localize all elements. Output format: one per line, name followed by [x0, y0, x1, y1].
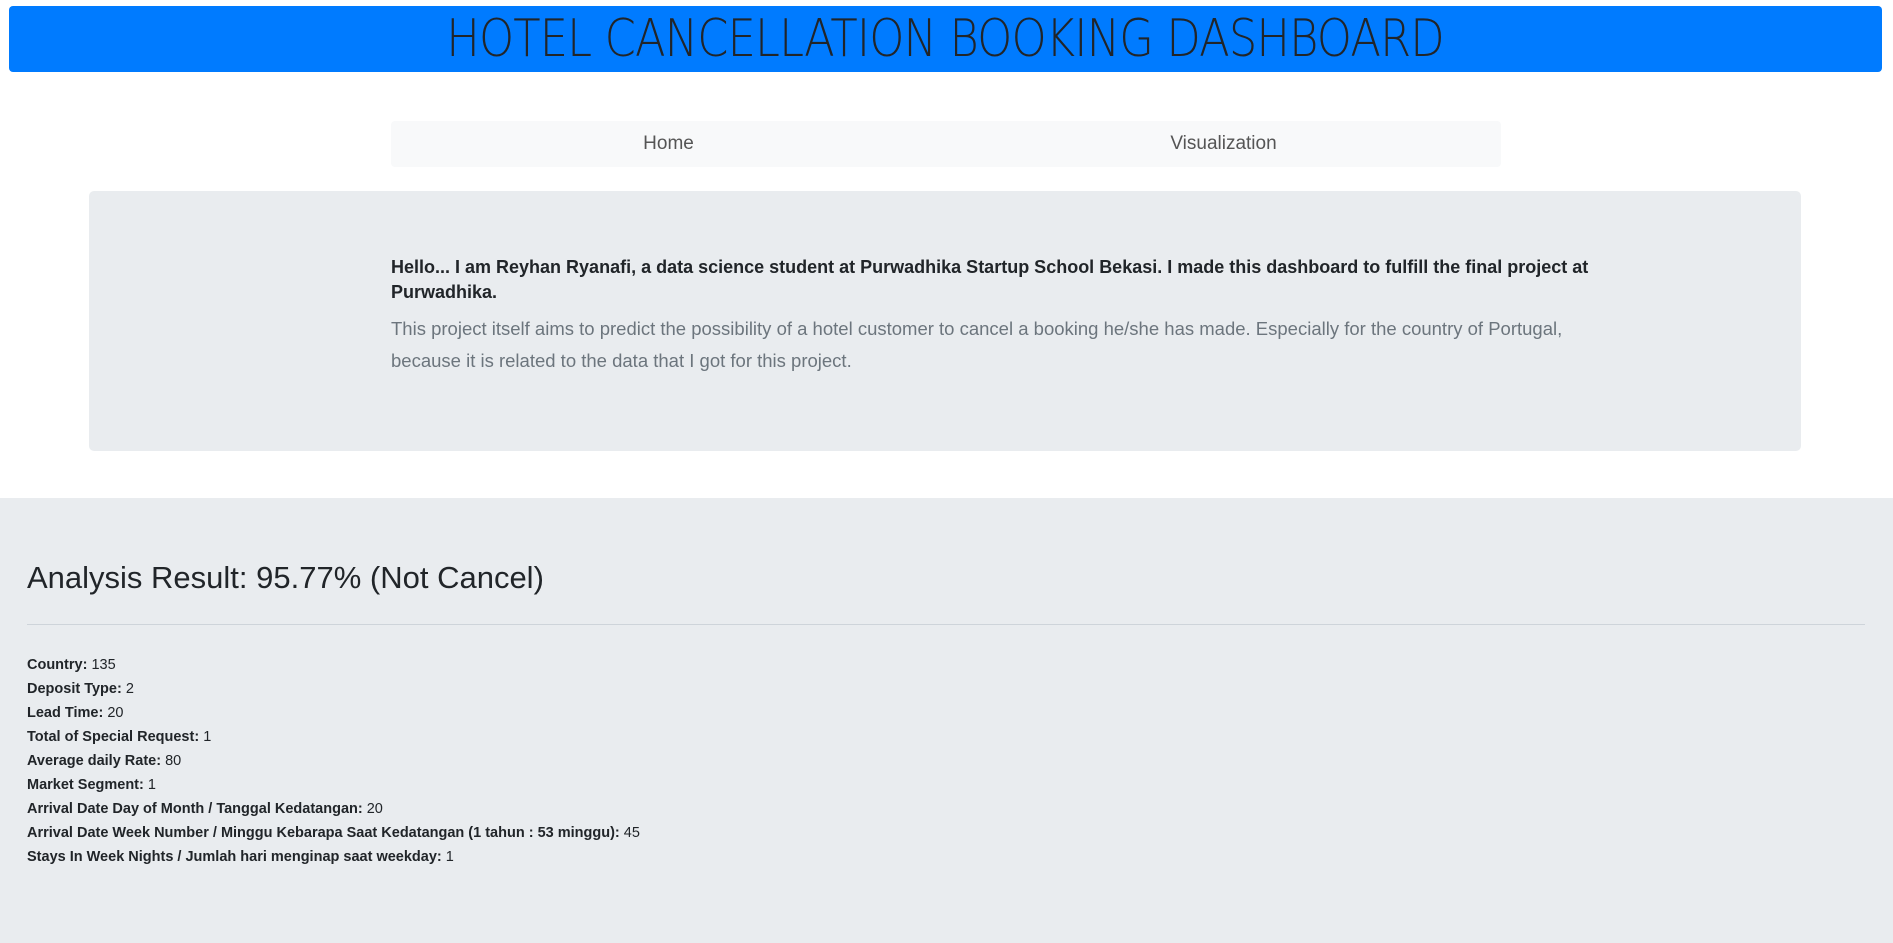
field-value: 45 — [623, 825, 640, 841]
field-arrival-week: Arrival Date Week Number / Minggu Kebara… — [27, 821, 640, 845]
field-label: Arrival Date Day of Month / Tanggal Keda… — [27, 801, 363, 817]
nav-bar: Home Visualization — [391, 121, 1501, 167]
nav-visualization[interactable]: Visualization — [946, 121, 1501, 167]
analysis-result-title: Analysis Result: 95.77% (Not Cancel) — [27, 560, 544, 595]
field-label: Total of Special Request: — [27, 729, 200, 745]
field-country: Country: 135 — [27, 653, 640, 677]
field-arrival-day: Arrival Date Day of Month / Tanggal Keda… — [27, 797, 640, 821]
field-special-request: Total of Special Request: 1 — [27, 725, 640, 749]
divider — [27, 624, 1865, 625]
page-title: HOTEL CANCELLATION BOOKING DASHBOARD — [446, 9, 1446, 69]
field-value: 135 — [91, 657, 116, 673]
nav-home[interactable]: Home — [391, 121, 946, 167]
analysis-result-section: Analysis Result: 95.77% (Not Cancel) Cou… — [0, 498, 1893, 943]
intro-jumbotron: Hello... I am Reyhan Ryanafi, a data sci… — [89, 191, 1801, 451]
field-label: Lead Time: — [27, 705, 104, 721]
field-label: Country: — [27, 657, 88, 673]
field-value: 20 — [107, 705, 124, 721]
field-deposit-type: Deposit Type: 2 — [27, 677, 640, 701]
field-label: Market Segment: — [27, 777, 144, 793]
field-value: 2 — [125, 681, 134, 697]
field-label: Deposit Type: — [27, 681, 122, 697]
field-label: Average daily Rate: — [27, 753, 162, 769]
field-label: Arrival Date Week Number / Minggu Kebara… — [27, 825, 620, 841]
header-banner: HOTEL CANCELLATION BOOKING DASHBOARD — [9, 6, 1882, 72]
result-fields: Country: 135 Deposit Type: 2 Lead Time: … — [27, 653, 640, 869]
intro-heading: Hello... I am Reyhan Ryanafi, a data sci… — [391, 257, 1589, 302]
field-average-daily-rate: Average daily Rate: 80 — [27, 749, 640, 773]
intro-body: This project itself aims to predict the … — [391, 318, 1563, 371]
field-value: 1 — [445, 849, 454, 865]
field-value: 1 — [147, 777, 156, 793]
field-label: Stays In Week Nights / Jumlah hari mengi… — [27, 849, 442, 865]
field-lead-time: Lead Time: 20 — [27, 701, 640, 725]
field-value: 1 — [203, 729, 212, 745]
field-value: 80 — [165, 753, 182, 769]
field-value: 20 — [366, 801, 383, 817]
field-week-nights: Stays In Week Nights / Jumlah hari mengi… — [27, 845, 640, 869]
field-market-segment: Market Segment: 1 — [27, 773, 640, 797]
